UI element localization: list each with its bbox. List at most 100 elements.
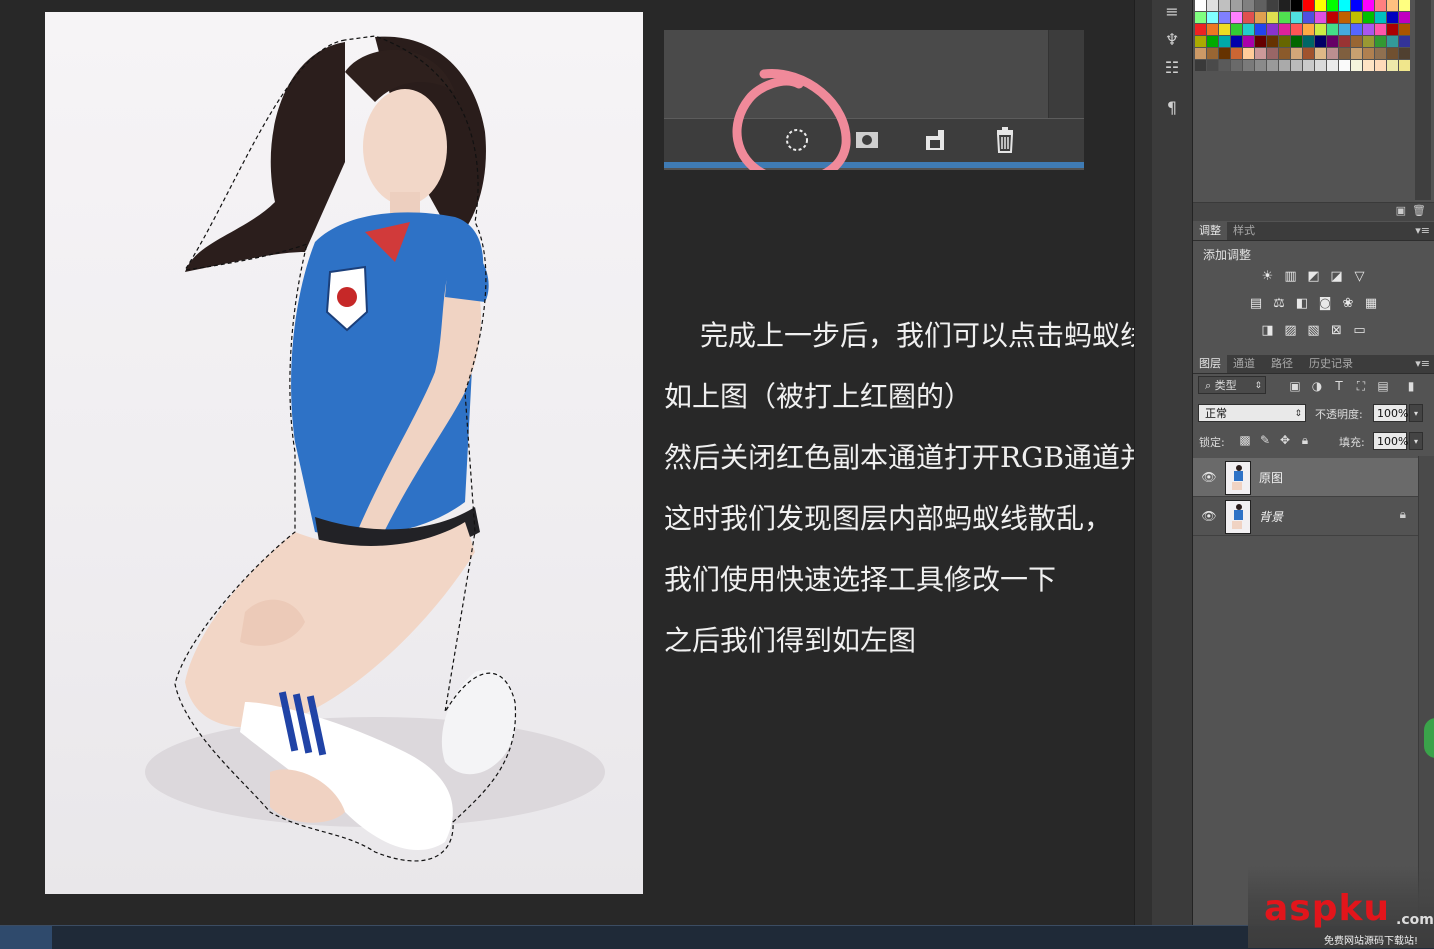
swatch-cell[interactable] — [1207, 60, 1218, 71]
swatch-cell[interactable] — [1399, 0, 1410, 11]
filter-type-dropdown[interactable]: ⌕ 类型 ⇕ — [1198, 376, 1266, 394]
selective-color-icon[interactable]: ⊠ — [1328, 322, 1345, 339]
new-swatch-icon[interactable]: ▣ — [1396, 204, 1406, 217]
tab-channels[interactable]: 通道 — [1227, 355, 1261, 373]
swatch-cell[interactable] — [1291, 60, 1302, 71]
filter-adjustment-icon[interactable]: ◑ — [1309, 378, 1325, 394]
layers-scrollbar[interactable] — [1418, 456, 1434, 926]
swatch-cell[interactable] — [1243, 24, 1254, 35]
swatch-cell[interactable] — [1231, 60, 1242, 71]
swatch-cell[interactable] — [1339, 60, 1350, 71]
side-tab[interactable] — [1424, 718, 1434, 758]
swatch-cell[interactable] — [1291, 24, 1302, 35]
filter-pixel-icon[interactable]: ▣ — [1287, 378, 1303, 394]
eye-icon[interactable]: 👁︎ — [1201, 508, 1217, 524]
swatch-cell[interactable] — [1267, 48, 1278, 59]
swatch-cell[interactable] — [1315, 36, 1326, 47]
swatch-cell[interactable] — [1195, 48, 1206, 59]
swatch-cell[interactable] — [1327, 36, 1338, 47]
swatch-cell[interactable] — [1195, 24, 1206, 35]
swatch-cell[interactable] — [1243, 60, 1254, 71]
swatch-cell[interactable] — [1231, 0, 1242, 11]
filter-shape-icon[interactable]: ⛶ — [1353, 378, 1369, 394]
eye-icon[interactable]: 👁︎ — [1201, 469, 1217, 485]
save-selection-icon[interactable] — [852, 126, 882, 154]
swatch-cell[interactable] — [1291, 0, 1302, 11]
swatch-cell[interactable] — [1339, 12, 1350, 23]
swatch-cell[interactable] — [1351, 48, 1362, 59]
delete-swatch-icon[interactable]: 🗑︎ — [1412, 204, 1426, 217]
swatch-cell[interactable] — [1267, 36, 1278, 47]
layer-row-background[interactable]: 👁︎ 背景 🔒︎ — [1193, 497, 1418, 536]
swatch-cell[interactable] — [1363, 60, 1374, 71]
filter-text-icon[interactable]: T — [1331, 378, 1347, 394]
swatch-cell[interactable] — [1315, 24, 1326, 35]
swatch-cell[interactable] — [1351, 12, 1362, 23]
swatch-cell[interactable] — [1231, 12, 1242, 23]
swatch-cell[interactable] — [1255, 24, 1266, 35]
swatch-cell[interactable] — [1363, 12, 1374, 23]
swatch-cell[interactable] — [1375, 0, 1386, 11]
swatch-cell[interactable] — [1219, 48, 1230, 59]
swatch-cell[interactable] — [1387, 24, 1398, 35]
swatch-cell[interactable] — [1279, 24, 1290, 35]
swatch-cell[interactable] — [1351, 0, 1362, 11]
channel-mixer-icon[interactable]: ❀ — [1340, 295, 1357, 312]
swatch-cell[interactable] — [1327, 0, 1338, 11]
swatch-cell[interactable] — [1207, 0, 1218, 11]
swatch-cell[interactable] — [1243, 48, 1254, 59]
black-white-icon[interactable]: ◧ — [1294, 295, 1311, 312]
invert-icon[interactable]: ◨ — [1259, 322, 1276, 339]
swatch-cell[interactable] — [1195, 0, 1206, 11]
brush-icon[interactable]: ♆ — [1160, 28, 1184, 52]
swatch-cell[interactable] — [1255, 48, 1266, 59]
swatch-cell[interactable] — [1219, 12, 1230, 23]
swatch-cell[interactable] — [1363, 36, 1374, 47]
swatch-cell[interactable] — [1219, 36, 1230, 47]
swatch-cell[interactable] — [1231, 36, 1242, 47]
swatch-cell[interactable] — [1267, 60, 1278, 71]
swatch-cell[interactable] — [1291, 12, 1302, 23]
swatch-cell[interactable] — [1255, 12, 1266, 23]
swatches-scrollbar[interactable] — [1415, 0, 1431, 200]
swatch-cell[interactable] — [1207, 36, 1218, 47]
lock-all-icon[interactable]: 🔒︎ — [1297, 432, 1313, 448]
swatch-cell[interactable] — [1387, 48, 1398, 59]
posterize-icon[interactable]: ▨ — [1282, 322, 1299, 339]
swatch-cell[interactable] — [1327, 12, 1338, 23]
swatch-cell[interactable] — [1279, 12, 1290, 23]
swatch-cell[interactable] — [1315, 12, 1326, 23]
lock-transparent-icon[interactable]: ▩ — [1237, 432, 1253, 448]
swatch-cell[interactable] — [1327, 24, 1338, 35]
swatch-cell[interactable] — [1363, 48, 1374, 59]
curves-icon[interactable]: ◩ — [1305, 268, 1322, 285]
swatch-cell[interactable] — [1375, 12, 1386, 23]
lock-position-icon[interactable]: ✥ — [1277, 432, 1293, 448]
blend-mode-dropdown[interactable]: 正常 ⇕ — [1198, 404, 1306, 422]
swatch-cell[interactable] — [1303, 0, 1314, 11]
swatch-cell[interactable] — [1363, 24, 1374, 35]
swatch-cell[interactable] — [1387, 36, 1398, 47]
swatch-cell[interactable] — [1375, 48, 1386, 59]
swatch-cell[interactable] — [1219, 0, 1230, 11]
tab-layers[interactable]: 图层 — [1193, 355, 1227, 373]
threshold-icon[interactable]: ▧ — [1305, 322, 1322, 339]
swatch-cell[interactable] — [1219, 60, 1230, 71]
fill-input[interactable]: 100% — [1373, 432, 1408, 450]
tab-paths[interactable]: 路径 — [1265, 355, 1299, 373]
swatch-cell[interactable] — [1267, 24, 1278, 35]
fill-dropdown-icon[interactable]: ▾ — [1409, 432, 1423, 450]
swatch-cell[interactable] — [1291, 48, 1302, 59]
swatch-cell[interactable] — [1291, 36, 1302, 47]
swatch-cell[interactable] — [1279, 48, 1290, 59]
swatch-cell[interactable] — [1327, 60, 1338, 71]
swatch-grid[interactable] — [1195, 0, 1410, 78]
new-channel-icon[interactable] — [920, 126, 950, 154]
panel-divider[interactable] — [1134, 0, 1154, 925]
swatch-cell[interactable] — [1339, 0, 1350, 11]
paragraph-icon[interactable]: ¶ — [1160, 96, 1184, 120]
swatch-cell[interactable] — [1255, 0, 1266, 11]
swatch-cell[interactable] — [1207, 24, 1218, 35]
color-lookup-icon[interactable]: ▦ — [1363, 295, 1380, 312]
photo-filter-icon[interactable]: ◙ — [1317, 295, 1334, 312]
